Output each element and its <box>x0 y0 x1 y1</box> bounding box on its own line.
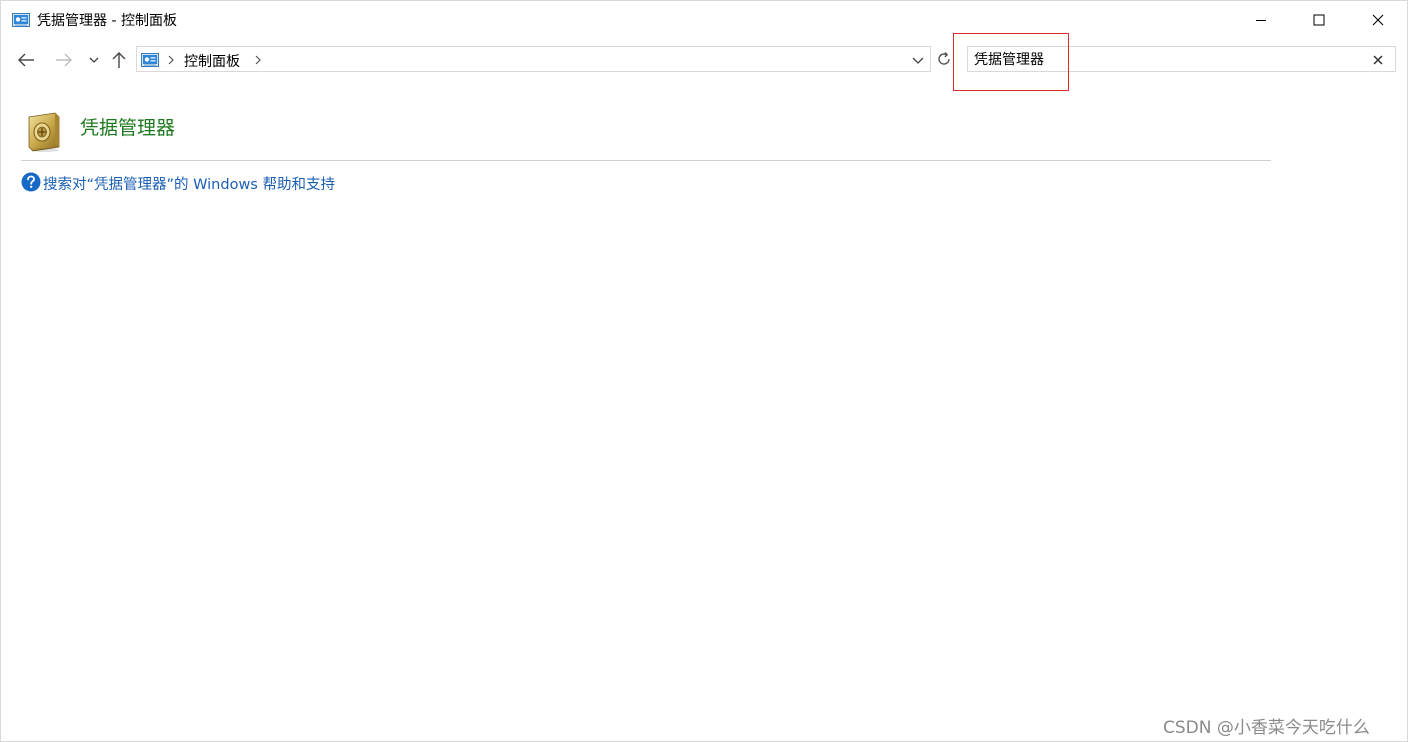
divider <box>21 160 1271 161</box>
up-button[interactable] <box>108 49 130 71</box>
maximize-button[interactable] <box>1290 1 1348 39</box>
maximize-icon <box>1313 14 1325 26</box>
breadcrumb-separator-icon[interactable] <box>254 52 262 71</box>
control-panel-icon <box>141 52 159 67</box>
search-input[interactable] <box>974 49 1364 69</box>
result-title-link[interactable]: 凭据管理器 <box>80 113 175 140</box>
close-icon <box>1372 14 1384 26</box>
chevron-down-icon <box>912 57 924 64</box>
control-panel-window: 凭据管理器 - 控制面板 控制面板 凭据管理器 凭据管理器 搜索对“凭据管理器”… <box>0 0 1408 742</box>
title-bar[interactable]: 凭据管理器 - 控制面板 <box>1 1 1407 39</box>
address-dropdown-button[interactable] <box>911 52 925 71</box>
navigation-bar: 控制面板 <box>1 39 1407 83</box>
arrow-right-icon <box>56 53 72 67</box>
chevron-down-icon <box>89 57 99 63</box>
window-title: 凭据管理器 - 控制面板 <box>37 13 177 29</box>
arrow-left-icon <box>18 53 34 67</box>
close-button[interactable] <box>1349 1 1407 39</box>
clear-search-button[interactable] <box>1370 52 1386 68</box>
control-panel-icon <box>12 12 30 27</box>
arrow-up-icon <box>112 52 126 68</box>
watermark-text: CSDN @小香菜今天吃什么 <box>1163 718 1370 738</box>
forward-button[interactable] <box>51 49 77 71</box>
help-question-icon[interactable] <box>21 172 41 192</box>
search-box[interactable] <box>967 46 1396 72</box>
refresh-icon <box>938 52 950 65</box>
recent-locations-button[interactable] <box>85 49 103 71</box>
breadcrumb-control-panel[interactable]: 控制面板 <box>184 51 240 71</box>
close-icon <box>1373 55 1383 65</box>
back-button[interactable] <box>13 49 39 71</box>
windows-help-link[interactable]: 搜索对“凭据管理器”的 Windows 帮助和支持 <box>43 173 335 194</box>
minimize-icon <box>1256 20 1266 21</box>
address-bar[interactable]: 控制面板 <box>136 46 931 72</box>
credential-vault-icon[interactable] <box>25 109 65 153</box>
minimize-button[interactable] <box>1232 1 1290 39</box>
breadcrumb-separator-icon[interactable] <box>167 52 175 71</box>
refresh-button[interactable] <box>932 46 956 72</box>
